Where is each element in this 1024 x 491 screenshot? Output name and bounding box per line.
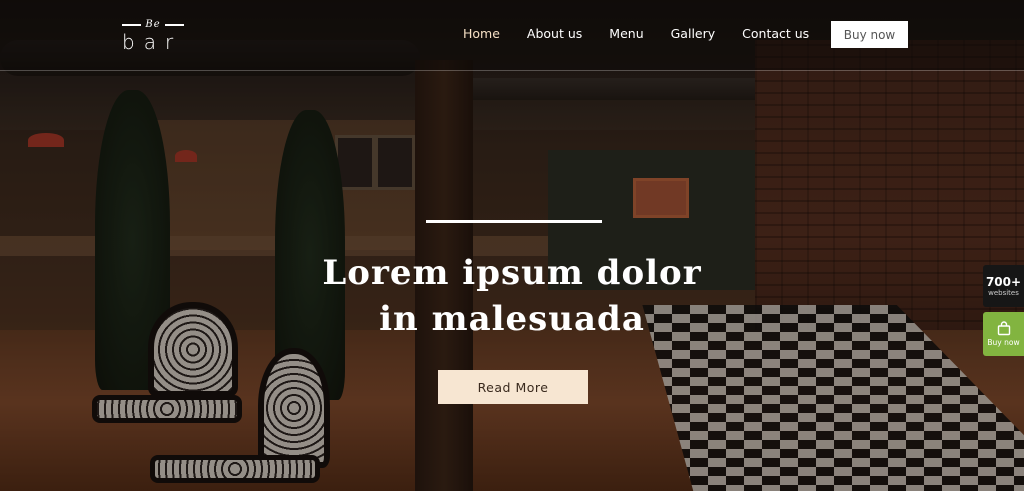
nav-item-menu[interactable]: Menu — [609, 26, 643, 42]
nav-item-gallery[interactable]: Gallery — [671, 26, 716, 42]
nav-item-home[interactable]: Home — [463, 26, 500, 42]
dark-overlay — [0, 0, 1024, 491]
side-buy-label: Buy now — [987, 338, 1020, 347]
hero-background — [0, 0, 1024, 491]
read-more-button[interactable]: Read More — [438, 370, 588, 404]
count-label: websites — [988, 288, 1019, 297]
nav-item-about-us[interactable]: About us — [527, 26, 582, 42]
shopping-bag-icon — [997, 321, 1010, 336]
logo-top-text: Be — [145, 19, 161, 30]
hero-divider — [426, 220, 602, 223]
site-logo[interactable]: Be bar — [122, 20, 184, 54]
logo-line — [122, 24, 142, 26]
main-nav: Home About us Menu Gallery Contact us — [463, 26, 809, 42]
logo-top-row: Be — [122, 20, 184, 30]
logo-main-text: bar — [122, 30, 183, 54]
hero-title-line: in malesuada — [379, 299, 645, 339]
logo-line — [164, 24, 184, 26]
buy-now-button[interactable]: Buy now — [831, 21, 908, 48]
hero-title: Lorem ipsum dolor in malesuada — [262, 250, 762, 342]
header-divider — [0, 70, 1024, 71]
count-number: 700+ — [985, 274, 1022, 289]
hero-title-line: Lorem ipsum dolor — [322, 253, 702, 293]
nav-item-contact-us[interactable]: Contact us — [742, 26, 809, 42]
websites-count-badge[interactable]: 700+ websites — [983, 265, 1024, 307]
side-buy-now-button[interactable]: Buy now — [983, 312, 1024, 356]
